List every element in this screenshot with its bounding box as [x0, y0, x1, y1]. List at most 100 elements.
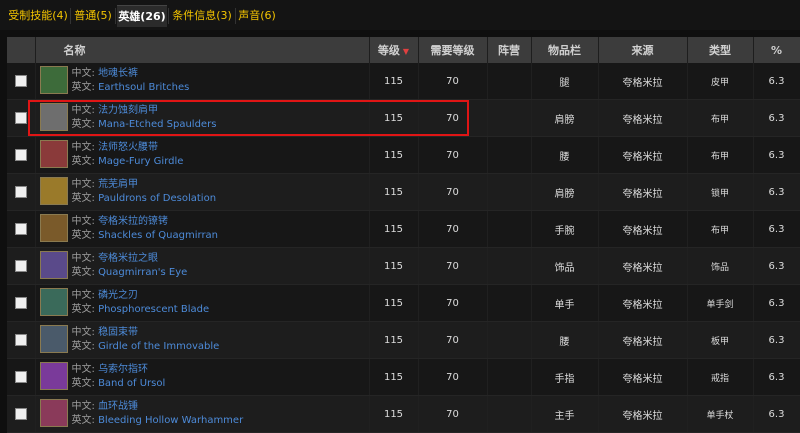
tab-normal[interactable]: 普通(5): [72, 5, 114, 26]
item-link-en[interactable]: Earthsoul Britches: [98, 82, 189, 93]
item-name-en: 英文: Bleeding Hollow Warhammer: [72, 415, 244, 427]
row-checkbox-cell: [7, 99, 36, 137]
header-source[interactable]: 来源: [598, 37, 688, 63]
tab-condition-info[interactable]: 条件信息(3): [170, 5, 234, 26]
item-faction: [487, 210, 532, 248]
row-checkbox-cell: [7, 173, 36, 211]
row-checkbox-cell: [7, 136, 36, 174]
item-icon[interactable]: [39, 288, 68, 316]
tab-sounds[interactable]: 声音(6): [237, 5, 277, 26]
item-link-cn[interactable]: 血环战锤: [98, 401, 138, 412]
item-icon[interactable]: [39, 140, 68, 168]
item-link-cn[interactable]: 法师怒火腰带: [98, 142, 158, 153]
item-link-cn[interactable]: 夸格米拉之眼: [98, 253, 158, 264]
row-checkbox[interactable]: [14, 334, 27, 346]
header-name[interactable]: 名称: [35, 37, 370, 63]
item-link-en[interactable]: Mana-Etched Spaulders: [98, 119, 216, 130]
item-link-en[interactable]: Bleeding Hollow Warhammer: [98, 415, 243, 426]
item-link-cn[interactable]: 夸格米拉的镣铐: [98, 216, 168, 227]
item-type: 单手剑: [687, 284, 754, 322]
item-link-cn[interactable]: 磷光之刃: [98, 290, 138, 301]
item-pct: 6.3: [753, 210, 800, 248]
item-link-cn[interactable]: 荒芜肩甲: [98, 179, 138, 190]
item-link-en[interactable]: Quagmirran's Eye: [98, 267, 187, 278]
item-slot: 主手: [531, 395, 599, 433]
table-row[interactable]: 中文: 血环战锤 英文: Bleeding Hollow Warhammer 115…: [7, 395, 800, 433]
item-icon[interactable]: [39, 214, 68, 242]
table-row[interactable]: 中文: 地魂长裤 英文: Earthsoul Britches 115 70 腿夸格米拉…: [7, 63, 800, 100]
en-prefix: 英文:: [71, 119, 95, 130]
row-checkbox[interactable]: [14, 186, 27, 198]
row-checkbox[interactable]: [14, 149, 27, 161]
item-link-en[interactable]: Girdle of the Immovable: [98, 341, 219, 352]
table-row[interactable]: 中文: 夸格米拉的镣铐 英文: Shackles of Quagmirran 115…: [7, 210, 800, 248]
item-source: 夸格米拉: [598, 358, 688, 396]
item-icon[interactable]: [39, 103, 68, 131]
item-req-level: 70: [418, 210, 488, 248]
tab-separator: [168, 8, 169, 24]
row-checkbox[interactable]: [14, 75, 27, 87]
item-req-level: 70: [418, 136, 488, 174]
tab-separator: [115, 8, 116, 24]
item-name-en: 英文: Pauldrons of Desolation: [72, 193, 217, 205]
item-name-cell: 中文: 夸格米拉的镣铐 英文: Shackles of Quagmirran: [35, 210, 370, 248]
item-type: 单手杖: [687, 395, 754, 433]
item-faction: [487, 99, 532, 137]
item-name-cell: 中文: 法力蚀刻肩甲 英文: Mana-Etched Spaulders: [35, 99, 370, 137]
item-icon[interactable]: [39, 177, 68, 205]
item-link-cn[interactable]: 法力蚀刻肩甲: [98, 105, 158, 116]
item-name-en: 英文: Band of Ursol: [72, 378, 166, 390]
item-link-en[interactable]: Shackles of Quagmirran: [98, 230, 218, 241]
header-type[interactable]: 类型: [687, 37, 754, 63]
item-icon[interactable]: [39, 325, 68, 353]
item-link-cn[interactable]: 乌索尔指环: [98, 364, 148, 375]
header-pct[interactable]: %: [753, 37, 800, 63]
item-type: 锁甲: [687, 173, 754, 211]
header-req-level[interactable]: 需要等级: [418, 37, 488, 63]
tab-heroic[interactable]: 英雄(26): [117, 5, 167, 27]
item-name-cell: 中文: 血环战锤 英文: Bleeding Hollow Warhammer: [35, 395, 370, 433]
item-link-en[interactable]: Mage-Fury Girdle: [98, 156, 183, 167]
row-checkbox[interactable]: [14, 408, 27, 420]
item-icon[interactable]: [39, 362, 68, 390]
row-checkbox-cell: [7, 358, 36, 396]
table-row[interactable]: 中文: 夸格米拉之眼 英文: Quagmirran's Eye 115 70 饰品 夸格米…: [7, 247, 800, 285]
item-link-en[interactable]: Pauldrons of Desolation: [98, 193, 216, 204]
item-icon[interactable]: [39, 66, 68, 94]
table-row[interactable]: 中文: 法师怒火腰带 英文: Mage-Fury Girdle 115 70 腰夸格米拉…: [7, 136, 800, 174]
table-row[interactable]: 中文: 荒芜肩甲 英文: Pauldrons of Desolation 115 70…: [7, 173, 800, 211]
item-icon[interactable]: [39, 251, 68, 279]
item-req-level: 70: [418, 173, 488, 211]
item-link-cn[interactable]: 地魂长裤: [98, 68, 138, 79]
item-pct: 6.3: [753, 173, 800, 211]
item-link-cn[interactable]: 稳固束带: [98, 327, 138, 338]
table-row[interactable]: 中文: 磷光之刃 英文: Phosphorescent Blade 115 70 单手夸…: [7, 284, 800, 322]
tab-controlled-skills[interactable]: 受制技能(4): [7, 5, 69, 26]
item-icon[interactable]: [39, 399, 68, 427]
item-slot: 腰: [531, 321, 599, 359]
item-name-cn: 中文: 稳固束带: [72, 327, 139, 339]
item-level: 115: [369, 99, 419, 137]
table-row[interactable]: 中文: 稳固束带 英文: Girdle of the Immovable 115 70…: [7, 321, 800, 359]
item-source: 夸格米拉: [598, 173, 688, 211]
header-faction[interactable]: 阵营: [487, 37, 532, 63]
row-checkbox[interactable]: [14, 112, 27, 124]
item-faction: [487, 395, 532, 433]
item-link-en[interactable]: Band of Ursol: [98, 378, 165, 389]
table-row[interactable]: 中文: 乌索尔指环 英文: Band of Ursol 115 70 手指 夸格米拉 戒指 6…: [7, 358, 800, 396]
row-checkbox[interactable]: [14, 297, 27, 309]
row-checkbox[interactable]: [14, 223, 27, 235]
row-checkbox[interactable]: [14, 371, 27, 383]
item-link-en[interactable]: Phosphorescent Blade: [98, 304, 209, 315]
item-type: 皮甲: [687, 63, 754, 100]
header-level[interactable]: 等级 ▼: [369, 37, 419, 63]
table-row[interactable]: 中文: 法力蚀刻肩甲 英文: Mana-Etched Spaulders 115 70…: [7, 99, 800, 137]
row-checkbox[interactable]: [14, 260, 27, 272]
en-prefix: 英文:: [71, 193, 95, 204]
item-level: 115: [369, 247, 419, 285]
item-type: 板甲: [687, 321, 754, 359]
item-pct: 6.3: [753, 136, 800, 174]
header-slot[interactable]: 物品栏: [531, 37, 599, 63]
item-req-level: 70: [418, 99, 488, 137]
item-name-cn: 中文: 乌索尔指环: [72, 364, 149, 376]
